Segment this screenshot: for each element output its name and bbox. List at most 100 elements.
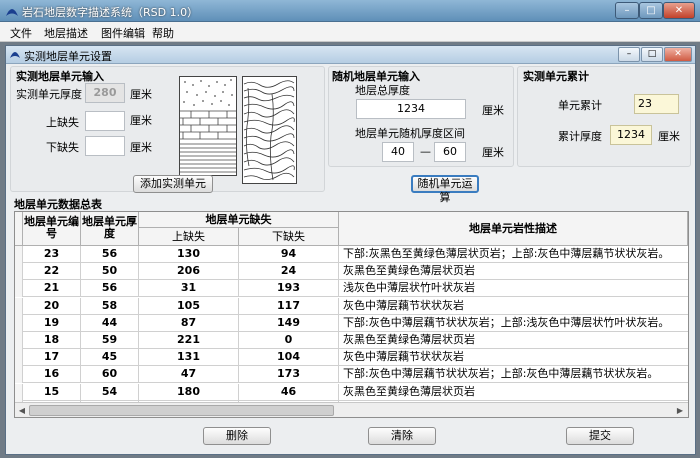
- cell-upper-missing[interactable]: 131: [139, 349, 239, 367]
- cell-upper-missing[interactable]: 31: [139, 280, 239, 298]
- menu-strata-description[interactable]: 地层描述: [44, 25, 88, 41]
- cell-thickness[interactable]: 60: [81, 366, 139, 384]
- row-header[interactable]: [15, 366, 23, 384]
- dialog-minimize-button[interactable]: –: [618, 47, 640, 62]
- cell-upper-missing[interactable]: 221: [139, 332, 239, 349]
- col-header-unit-no[interactable]: 地层单元编号: [23, 212, 81, 246]
- cell-thickness[interactable]: 50: [81, 263, 139, 281]
- minimize-button[interactable]: –: [615, 2, 639, 19]
- table-row[interactable]: 16 60 47 173 下部:灰色中薄层藕节状状灰岩；上部:灰色中薄层藕节状状灰岩。: [15, 366, 688, 384]
- table-row[interactable]: 18 59 221 0 灰黑色至黄绿色薄层状页岩: [15, 332, 688, 349]
- table-row[interactable]: 22 50 206 24 灰黑色至黄绿色薄层状页岩: [15, 263, 688, 281]
- dialog-icon: [10, 52, 20, 58]
- table-row[interactable]: 20 58 105 117 灰色中薄层藕节状状灰岩: [15, 297, 688, 315]
- cell-unit-no[interactable]: 18: [23, 332, 81, 349]
- total-thickness-input[interactable]: 1234: [356, 99, 466, 119]
- cell-upper-missing[interactable]: 47: [139, 366, 239, 384]
- cell-upper-missing[interactable]: 105: [139, 297, 239, 315]
- row-header-corner: [15, 212, 23, 246]
- row-header[interactable]: [15, 246, 23, 263]
- cell-thickness[interactable]: 59: [81, 332, 139, 349]
- cell-lower-missing[interactable]: 24: [239, 263, 339, 281]
- measured-thickness-input[interactable]: 280: [85, 83, 125, 103]
- table-row[interactable]: 15 54 180 46 灰黑色至黄绿色薄层状页岩: [15, 383, 688, 401]
- random-compute-button[interactable]: 随机单元运算: [411, 175, 479, 204]
- cell-lower-missing[interactable]: 46: [239, 383, 339, 401]
- cell-thickness[interactable]: 45: [81, 349, 139, 367]
- cell-unit-no[interactable]: 22: [23, 263, 81, 281]
- table-row[interactable]: 21 56 31 193 浅灰色中薄层状竹叶状灰岩: [15, 280, 688, 298]
- menu-help[interactable]: 帮助: [152, 25, 174, 41]
- cell-thickness[interactable]: 54: [81, 383, 139, 401]
- upper-missing-input[interactable]: [85, 111, 125, 131]
- row-header[interactable]: [15, 297, 23, 315]
- table-row[interactable]: 23 56 130 94 下部:灰黑色至黄绿色薄层状页岩；上部:灰色中薄层藕节状状灰岩。: [15, 246, 688, 263]
- cell-upper-missing[interactable]: 180: [139, 383, 239, 401]
- cell-description[interactable]: 灰黑色至黄绿色薄层状页岩: [339, 384, 688, 401]
- cell-lower-missing[interactable]: 149: [239, 314, 339, 332]
- row-header[interactable]: [15, 349, 23, 367]
- cell-description[interactable]: 灰色中薄层藕节状状灰岩: [339, 349, 688, 366]
- table-row[interactable]: 17 45 131 104 灰色中薄层藕节状状灰岩: [15, 349, 688, 367]
- delete-button[interactable]: 删除: [203, 427, 271, 445]
- cell-lower-missing[interactable]: 94: [239, 246, 339, 263]
- cell-unit-no[interactable]: 19: [23, 314, 81, 332]
- cell-thickness[interactable]: 58: [81, 297, 139, 315]
- scroll-left-icon[interactable]: ◀: [16, 405, 28, 416]
- cell-unit-no[interactable]: 15: [23, 383, 81, 401]
- row-header[interactable]: [15, 280, 23, 298]
- cell-description[interactable]: 下部:灰色中薄层藕节状状灰岩；上部:浅灰色中薄层状竹叶状灰岩。: [339, 315, 688, 332]
- cell-upper-missing[interactable]: 206: [139, 263, 239, 281]
- row-header[interactable]: [15, 383, 23, 401]
- scrollbar-thumb[interactable]: [29, 405, 334, 416]
- dialog-maximize-button[interactable]: □: [641, 47, 663, 62]
- cell-thickness[interactable]: 44: [81, 314, 139, 332]
- cell-unit-no[interactable]: 21: [23, 280, 81, 298]
- cell-upper-missing[interactable]: 87: [139, 314, 239, 332]
- row-header[interactable]: [15, 314, 23, 332]
- add-measured-unit-button[interactable]: 添加实测单元: [133, 175, 213, 193]
- horizontal-scrollbar[interactable]: ◀ ▶: [15, 402, 688, 417]
- menu-file[interactable]: 文件: [10, 25, 32, 41]
- measured-thickness-label: 实测单元厚度: [16, 88, 82, 101]
- dialog-close-button[interactable]: ✕: [664, 47, 692, 62]
- scroll-right-icon[interactable]: ▶: [674, 405, 686, 416]
- cell-unit-no[interactable]: 23: [23, 246, 81, 263]
- submit-button[interactable]: 提交: [566, 427, 634, 445]
- app-title-bar[interactable]: 岩石地层数字描述系统（RSD 1.0） – □ ✕: [0, 0, 700, 22]
- cell-unit-no[interactable]: 16: [23, 366, 81, 384]
- col-header-description[interactable]: 地层单元岩性描述: [339, 212, 688, 246]
- cell-unit-no[interactable]: 20: [23, 297, 81, 315]
- cell-description[interactable]: 下部:灰黑色至黄绿色薄层状页岩；上部:灰色中薄层藕节状状灰岩。: [339, 246, 688, 263]
- dialog-title-bar[interactable]: 实测地层单元设置 – □ ✕: [6, 46, 695, 64]
- close-button[interactable]: ✕: [663, 2, 695, 19]
- cell-lower-missing[interactable]: 104: [239, 349, 339, 367]
- cell-lower-missing[interactable]: 117: [239, 297, 339, 315]
- cell-description[interactable]: 灰黑色至黄绿色薄层状页岩: [339, 263, 688, 280]
- maximize-button[interactable]: □: [639, 2, 663, 19]
- range-max-input[interactable]: 60: [434, 142, 466, 162]
- cell-unit-no[interactable]: 17: [23, 349, 81, 367]
- menu-figure-edit[interactable]: 图件编辑: [101, 25, 145, 41]
- cell-description[interactable]: 下部:灰色中薄层藕节状状灰岩；上部:灰色中薄层藕节状状灰岩。: [339, 366, 688, 383]
- cell-upper-missing[interactable]: 130: [139, 246, 239, 263]
- col-header-upper-missing[interactable]: 上缺失: [139, 228, 239, 246]
- lower-missing-input[interactable]: [85, 136, 125, 156]
- cell-lower-missing[interactable]: 193: [239, 280, 339, 298]
- cell-thickness[interactable]: 56: [81, 246, 139, 263]
- cell-description[interactable]: 灰色中薄层藕节状状灰岩: [339, 298, 688, 315]
- cell-description[interactable]: 浅灰色中薄层状竹叶状灰岩: [339, 280, 688, 297]
- cell-lower-missing[interactable]: 0: [239, 332, 339, 349]
- cell-description[interactable]: 灰黑色至黄绿色薄层状页岩: [339, 332, 688, 349]
- row-header[interactable]: [15, 263, 23, 281]
- clear-button[interactable]: 清除: [368, 427, 436, 445]
- table-row[interactable]: 19 44 87 149 下部:灰色中薄层藕节状状灰岩；上部:浅灰色中薄层状竹叶状灰岩。: [15, 314, 688, 332]
- range-min-input[interactable]: 40: [382, 142, 414, 162]
- row-header[interactable]: [15, 332, 23, 349]
- cell-lower-missing[interactable]: 173: [239, 366, 339, 384]
- cell-thickness[interactable]: 56: [81, 280, 139, 298]
- col-header-thickness[interactable]: 地层单元厚度: [81, 212, 139, 246]
- col-header-lower-missing[interactable]: 下缺失: [239, 228, 339, 246]
- col-header-missing: 地层单元缺失: [139, 212, 339, 228]
- shale-pattern-image: [242, 76, 297, 184]
